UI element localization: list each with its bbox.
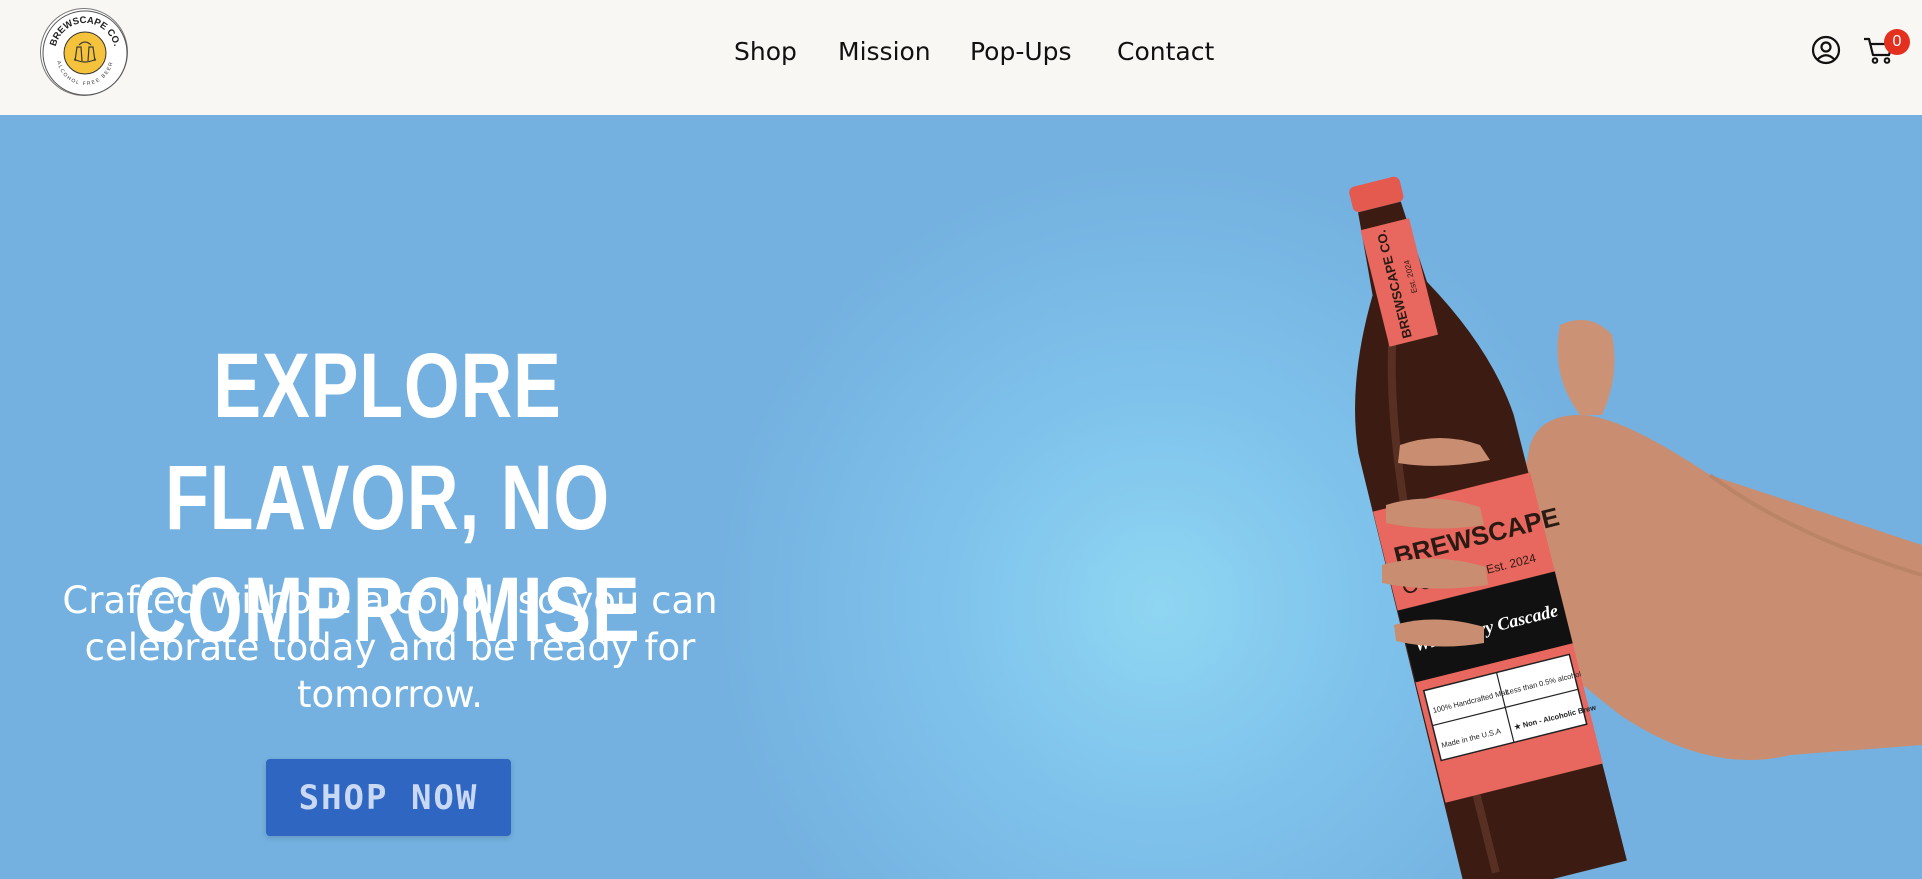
brand-logo[interactable]: BREWSCAPE CO. ALCOHOL FREE BEER [40, 8, 128, 96]
nav-link-contact[interactable]: Contact [1117, 32, 1214, 72]
thumb-shape [1557, 319, 1615, 415]
nav-link-shop[interactable]: Shop [734, 32, 797, 72]
shop-now-button[interactable]: SHOP NOW [266, 759, 511, 836]
hero-product-image: BREWSCAPE CO. Est. 2024 BREWSCAPE CO. Es… [1349, 176, 1922, 879]
nav-link-mission[interactable]: Mission [838, 32, 931, 72]
account-button[interactable] [1810, 34, 1842, 66]
user-circle-icon [1811, 35, 1841, 65]
hero-section: EXPLORE FLAVOR, NO COMPROMISE Crafted wi… [0, 115, 1922, 879]
main-nav: Shop Mission Pop-Ups Contact [0, 32, 1922, 72]
hero-title-line-1: EXPLORE FLAVOR, NO [165, 335, 610, 549]
cart-count-badge: 0 [1884, 29, 1910, 55]
hero-subtitle: Crafted without alcohol, so you can cele… [62, 579, 718, 716]
brewscape-logo-icon: BREWSCAPE CO. ALCOHOL FREE BEER [42, 10, 128, 96]
site-header: BREWSCAPE CO. ALCOHOL FREE BEER Shop Mis… [0, 0, 1922, 115]
nav-link-pop-ups[interactable]: Pop-Ups [970, 32, 1072, 72]
